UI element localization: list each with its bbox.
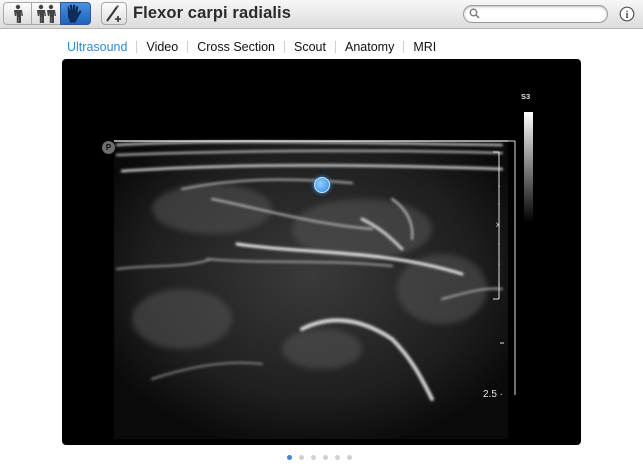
svg-text:x: x: [496, 220, 500, 229]
muscle-hotspot[interactable]: [314, 177, 330, 193]
depth-dot: ·: [496, 389, 504, 400]
view-front-back-button[interactable]: [31, 2, 61, 25]
orientation-marker: P: [102, 141, 115, 154]
toolbar: Flexor carpi radialis i: [0, 0, 643, 29]
tab-ultrasound[interactable]: Ultrasound: [59, 40, 136, 54]
view-hand-button[interactable]: [60, 2, 91, 25]
front-back-body-icon: [37, 4, 56, 23]
probe-label: S3: [521, 92, 531, 101]
ultrasound-image: x: [114, 112, 533, 439]
tab-anatomy[interactable]: Anatomy: [336, 40, 403, 54]
tab-bar: Ultrasound Video Cross Section Scout Ana…: [59, 39, 445, 55]
depth-label: 2.5 ·: [483, 389, 503, 400]
draw-button[interactable]: [101, 2, 127, 25]
page-dot[interactable]: [335, 455, 340, 460]
tab-mri[interactable]: MRI: [404, 40, 445, 54]
tab-scout[interactable]: Scout: [285, 40, 335, 54]
info-icon[interactable]: i: [619, 6, 635, 22]
search-input[interactable]: [482, 7, 600, 21]
page-indicator[interactable]: [287, 455, 352, 460]
page-dot[interactable]: [311, 455, 316, 460]
page-dot[interactable]: [287, 455, 292, 460]
page-dot[interactable]: [347, 455, 352, 460]
page-dot[interactable]: [323, 455, 328, 460]
depth-value: 2.5: [483, 389, 497, 400]
search-icon: [469, 8, 480, 19]
svg-text:i: i: [626, 10, 629, 21]
pencil-plus-icon: [106, 4, 121, 22]
page-dot[interactable]: [299, 455, 304, 460]
ultrasound-viewer[interactable]: x P S3 2.5 ·: [62, 59, 581, 445]
tab-cross-section[interactable]: Cross Section: [188, 40, 284, 54]
single-body-icon: [13, 4, 23, 23]
search-field[interactable]: [463, 5, 608, 23]
hand-icon: [67, 4, 82, 23]
view-single-body-button[interactable]: [3, 2, 32, 25]
tab-video[interactable]: Video: [137, 40, 187, 54]
page-title: Flexor carpi radialis: [133, 4, 292, 22]
